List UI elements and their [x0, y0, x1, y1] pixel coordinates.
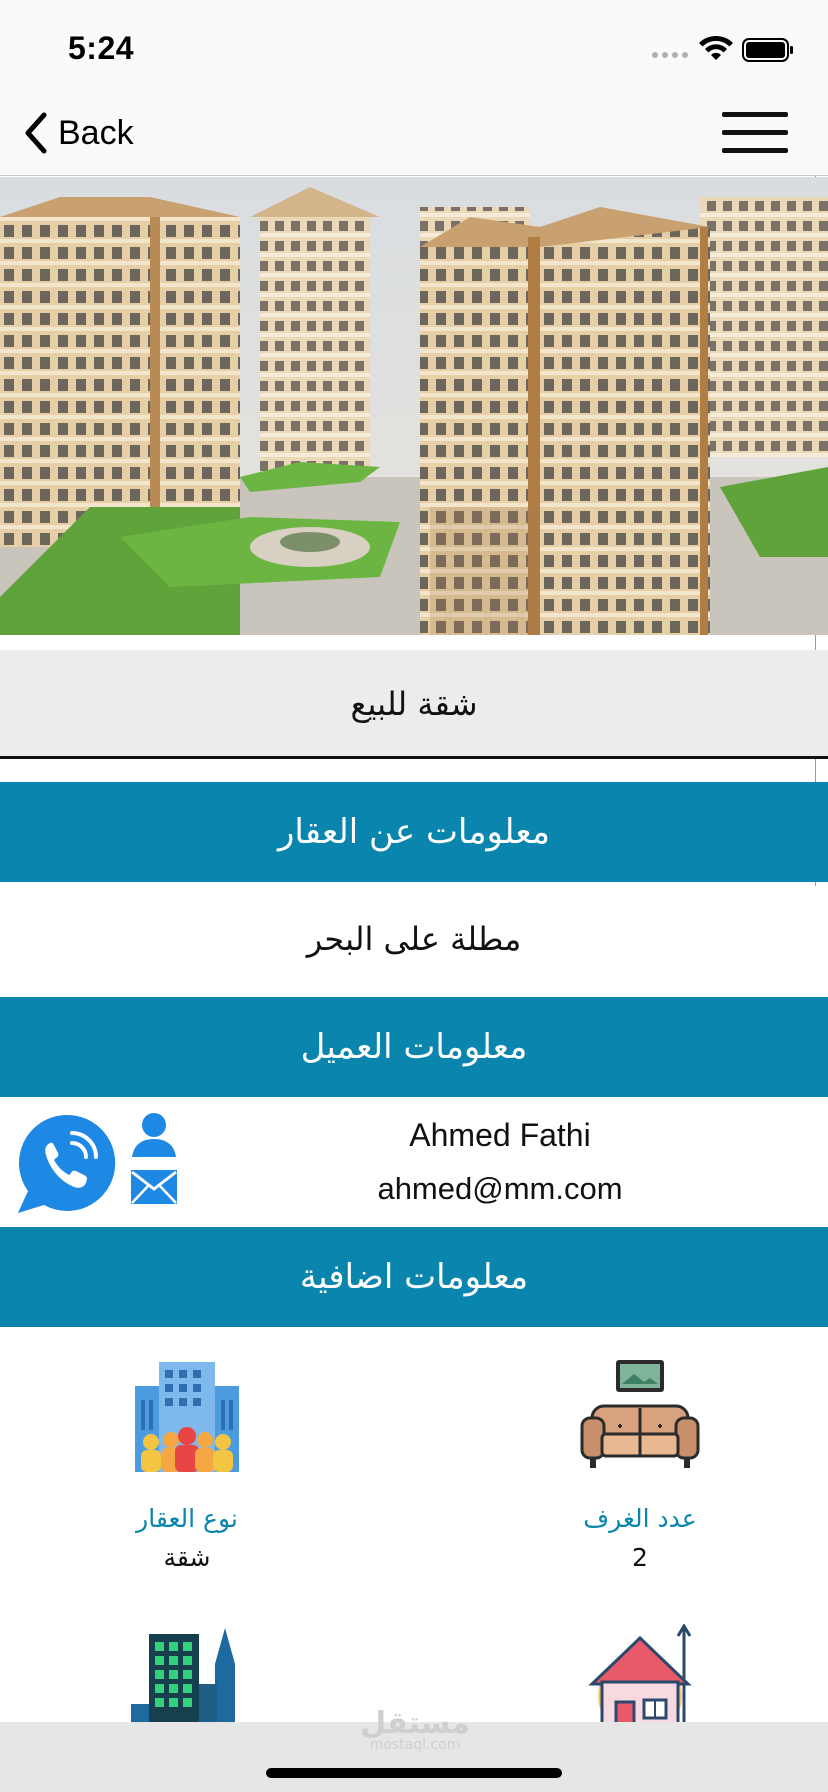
property-description: مطلة على البحر — [0, 882, 828, 996]
building-type-icon — [135, 1362, 239, 1472]
home-indicator[interactable] — [266, 1768, 562, 1778]
navigation-bar: Back — [0, 90, 828, 176]
watermark-latin: mostaql.com — [369, 1737, 461, 1753]
feature-property-type-value: شقة — [163, 1543, 211, 1572]
chevron-left-icon — [25, 112, 47, 154]
client-contact-card: Ahmed Fathi ahmed@mm.com — [0, 1097, 828, 1227]
client-email-link[interactable]: ahmed@mm.com — [300, 1171, 700, 1207]
listing-title: شقة للبيع — [350, 685, 478, 723]
property-description-text: مطلة على البحر — [306, 920, 522, 958]
watermark-arabic: مستقل — [360, 1706, 470, 1741]
client-info-header: معلومات العميل — [0, 997, 828, 1097]
cellular-signal-icon — [652, 52, 688, 58]
feature-property-type-label: نوع العقار — [136, 1504, 238, 1533]
title-divider — [0, 756, 828, 759]
feature-rooms-value: 2 — [632, 1543, 648, 1572]
status-bar: 5:24 — [0, 0, 828, 90]
watermark: مستقل mostaql.com — [355, 1706, 475, 1753]
battery-icon — [742, 38, 793, 62]
extra-info-header: معلومات اضافية — [0, 1227, 828, 1327]
property-info-title: معلومات عن العقار — [278, 812, 550, 852]
property-info-header: معلومات عن العقار — [0, 782, 828, 882]
extra-info-title: معلومات اضافية — [299, 1257, 529, 1297]
person-icon — [132, 1113, 176, 1157]
feature-rooms-label: عدد الغرف — [583, 1504, 697, 1533]
hamburger-menu-button[interactable] — [722, 108, 788, 158]
feature-rooms: عدد الغرف 2 — [520, 1356, 760, 1572]
client-info-title: معلومات العميل — [300, 1027, 528, 1067]
email-icon[interactable] — [130, 1169, 178, 1205]
back-label: Back — [58, 113, 134, 152]
wifi-icon — [699, 35, 733, 60]
phone-call-icon[interactable] — [14, 1113, 118, 1215]
status-time: 5:24 — [68, 30, 135, 66]
sofa-icon — [580, 1360, 700, 1468]
client-name: Ahmed Fathi — [409, 1117, 591, 1153]
listing-title-box: شقة للبيع — [0, 650, 828, 758]
feature-property-type: نوع العقار شقة — [67, 1356, 307, 1572]
property-photo — [0, 177, 828, 635]
back-button[interactable]: Back — [22, 108, 134, 158]
